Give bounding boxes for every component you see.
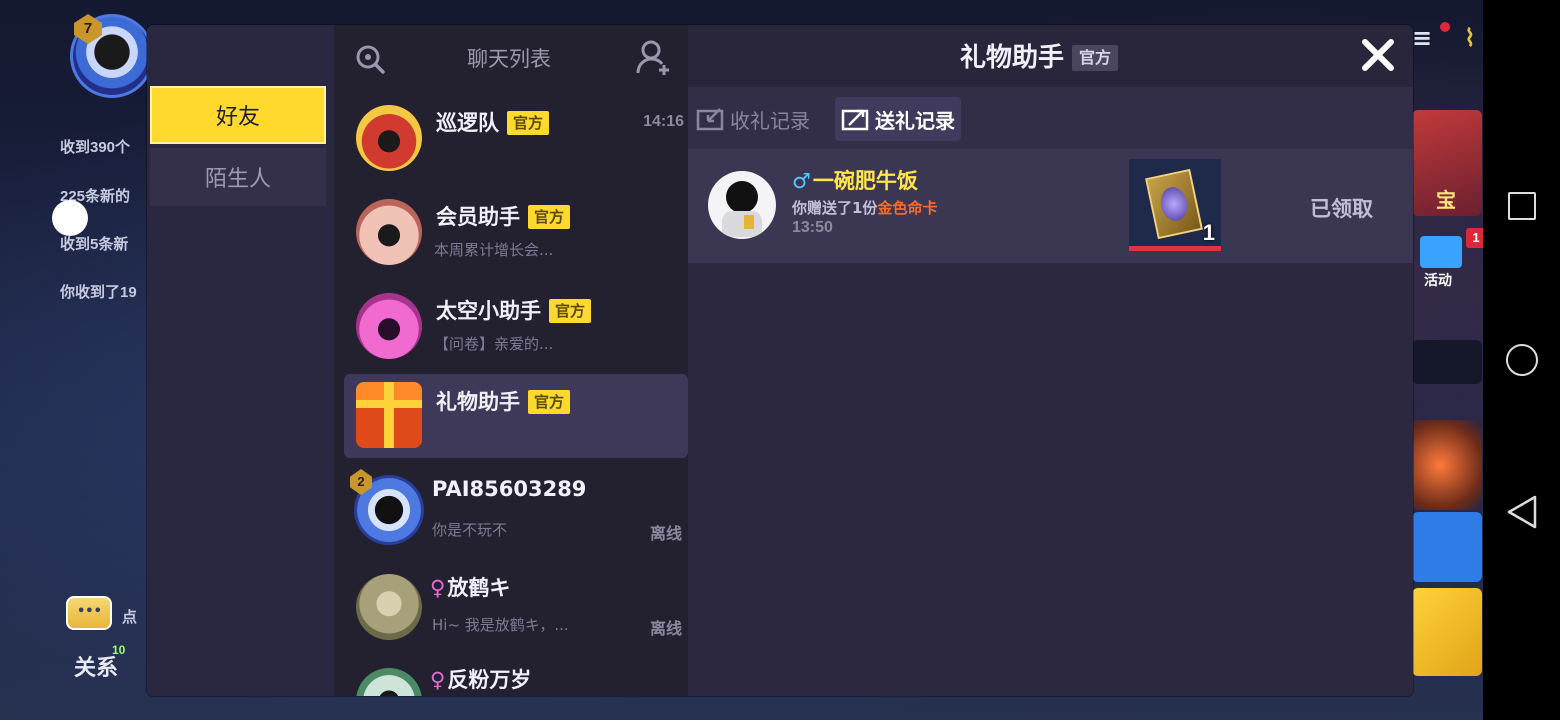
official-badge: 官方 — [528, 205, 571, 229]
chat-list-header: 聊天列表 — [334, 25, 688, 89]
search-icon[interactable] — [354, 43, 386, 75]
gift-box-icon — [356, 382, 422, 448]
avatar — [356, 199, 422, 265]
chat-preview: 你是不玩不 — [432, 521, 508, 539]
add-friend-icon[interactable] — [636, 39, 672, 77]
tab-label: 收礼记录 — [730, 108, 810, 133]
relation-count: 10 — [112, 643, 126, 657]
chat-list-title: 聊天列表 — [467, 47, 551, 71]
gift-quantity: 1 — [1202, 220, 1215, 245]
avatar — [356, 105, 422, 171]
recent-apps-button[interactable] — [1483, 176, 1560, 236]
contact-name: PAI85603289 — [432, 477, 587, 501]
tab-friends[interactable]: 好友 — [150, 86, 326, 144]
close-icon[interactable] — [1360, 37, 1396, 73]
notification-text: 你收到了19 — [60, 284, 137, 301]
chat-list-item-selected[interactable]: 礼物助手 官方 — [344, 374, 688, 458]
sent-gift-icon — [841, 109, 869, 131]
chat-bubble-icon[interactable] — [66, 596, 112, 630]
avatar — [356, 293, 422, 359]
treasure-label: 宝 — [1436, 188, 1456, 212]
chat-list-item[interactable]: 太空小助手 官方 【问卷】亲爱的... — [344, 283, 688, 367]
game-mode-tile[interactable] — [1412, 588, 1482, 676]
received-gift-icon — [696, 108, 724, 131]
online-status: 离线 — [649, 524, 682, 543]
chat-hint-text: 点 — [122, 609, 138, 626]
official-badge: 官方 — [549, 299, 592, 323]
floating-assist-button[interactable] — [52, 200, 88, 236]
contact-name: 太空小助手 — [436, 299, 541, 323]
wifi-signal-icon: ⌇ — [1464, 24, 1476, 52]
menu-icon[interactable]: ≡ — [1412, 24, 1432, 52]
notification-text: 收到390个 — [60, 139, 131, 156]
avatar — [356, 668, 422, 696]
claim-status: 已领取 — [1310, 197, 1373, 221]
record-tab-bar: 收礼记录 送礼记录 — [688, 87, 1413, 149]
game-mode-tile[interactable] — [1412, 512, 1482, 582]
notification-dot-icon — [1440, 22, 1450, 32]
square-icon — [1507, 192, 1536, 220]
chat-list-item[interactable]: ♀反粉万岁 — [344, 658, 688, 696]
contact-name: 放鹤キ — [447, 576, 511, 600]
gift-record-row[interactable]: ♂一碗肥牛饭 你赠送了1份金色命卡 13:50 1 已领取 — [688, 149, 1413, 263]
game-mode-tile[interactable] — [1412, 420, 1482, 510]
contact-name: 会员助手 — [436, 205, 520, 229]
treasure-tile[interactable]: 宝 — [1412, 110, 1482, 216]
hidden-tile — [1412, 340, 1482, 384]
circle-icon — [1505, 344, 1538, 376]
tab-received-gifts[interactable]: 收礼记录 — [690, 97, 816, 141]
home-button[interactable] — [1483, 330, 1560, 390]
chat-list-item[interactable]: ♀放鹤キ Hi~ 我是放鹤キ，... 离线 — [344, 564, 688, 648]
official-tag: 官方 — [1072, 45, 1119, 71]
female-gender-icon: ♀ — [430, 668, 446, 692]
chat-preview: 【问卷】亲爱的... — [434, 335, 554, 353]
online-status: 离线 — [649, 619, 682, 638]
gift-assistant-panel: 礼物助手 官方 收礼记录 送礼记录 ♂一碗肥牛饭 你赠送了1份金色命卡 13:5… — [688, 25, 1413, 696]
system-nav-bar — [1483, 0, 1560, 720]
avatar — [356, 574, 422, 640]
official-badge: 官方 — [528, 390, 571, 414]
contact-name: 反粉万岁 — [447, 668, 532, 692]
recipient-name: ♂一碗肥牛饭 — [792, 165, 918, 195]
gift-description: 你赠送了1份金色命卡 — [792, 197, 937, 218]
male-gender-icon: ♂ — [792, 169, 811, 193]
chat-modal: 好友 陌生人 聊天列表 巡逻队 官方 14:16 会员助手 官方 本周累计增长会… — [147, 25, 1413, 696]
detail-title: 礼物助手 官方 — [960, 37, 1119, 74]
back-triangle-icon — [1507, 495, 1536, 529]
gift-card-thumbnail[interactable]: 1 — [1129, 159, 1221, 251]
gift-name: 金色命卡 — [877, 199, 938, 217]
activity-label: 活动 — [1424, 273, 1452, 289]
official-badge: 官方 — [507, 111, 550, 135]
female-gender-icon: ♀ — [430, 576, 446, 600]
chat-item-name: 巡逻队 官方 — [436, 107, 550, 137]
chat-list-panel: 聊天列表 巡逻队 官方 14:16 会员助手 官方 本周累计增长会... 太空小… — [334, 25, 688, 696]
contact-name: 巡逻队 — [436, 111, 499, 135]
gift-desc-prefix: 你赠送了1份 — [792, 199, 878, 217]
chat-item-name: 礼物助手 官方 — [436, 386, 571, 416]
recipient-name-text: 一碗肥牛饭 — [812, 169, 918, 193]
gold-card-icon — [1145, 168, 1203, 240]
chat-time: 14:16 — [643, 113, 684, 130]
record-time: 13:50 — [792, 219, 833, 236]
tab-label: 送礼记录 — [875, 108, 955, 133]
chat-item-name: 太空小助手 官方 — [436, 295, 592, 325]
friend-tab-column: 好友 陌生人 — [147, 25, 334, 696]
chat-list-item[interactable]: 2 PAI85603289 你是不玩不 离线 — [344, 469, 688, 553]
chat-preview: Hi~ 我是放鹤キ，... — [432, 616, 569, 634]
contact-name: 礼物助手 — [436, 390, 520, 414]
chat-item-name: ♀放鹤キ — [430, 572, 510, 602]
notification-text: 收到5条新 — [60, 236, 129, 253]
detail-header: 礼物助手 官方 — [688, 25, 1413, 87]
tab-strangers[interactable]: 陌生人 — [150, 148, 326, 206]
detail-title-text: 礼物助手 — [960, 43, 1065, 73]
chat-preview: 本周累计增长会... — [434, 241, 554, 259]
avatar — [708, 171, 776, 239]
chat-item-name: 会员助手 官方 — [436, 201, 571, 231]
activity-icon[interactable] — [1420, 236, 1462, 268]
chat-item-name: ♀反粉万岁 — [430, 664, 531, 694]
chat-list-item[interactable]: 巡逻队 官方 14:16 — [344, 95, 688, 179]
chat-list-item[interactable]: 会员助手 官方 本周累计增长会... — [344, 189, 688, 273]
back-button[interactable] — [1483, 482, 1560, 542]
tab-sent-gifts[interactable]: 送礼记录 — [835, 97, 961, 141]
